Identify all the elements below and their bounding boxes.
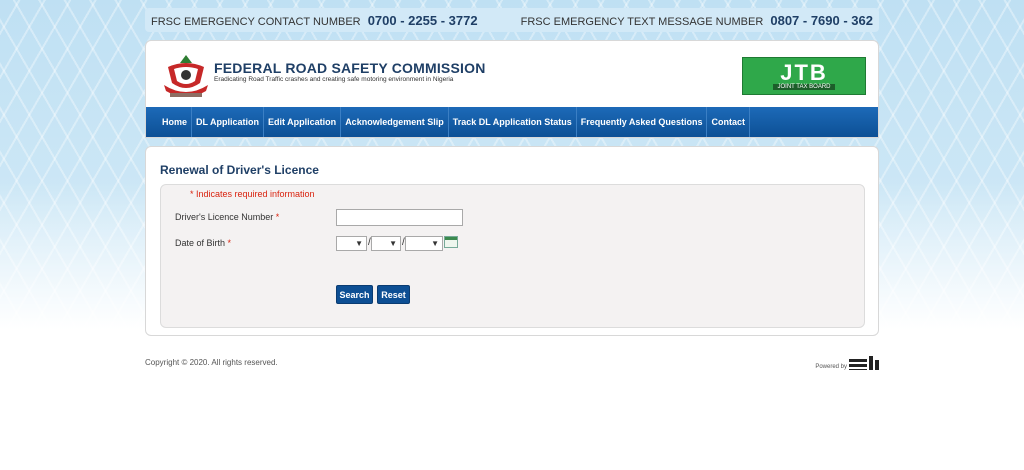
text-message-label: FRSC EMERGENCY TEXT MESSAGE NUMBER: [520, 15, 764, 28]
calendar-icon[interactable]: [444, 236, 458, 248]
emergency-contact: FRSC EMERGENCY CONTACT NUMBER 0700 - 225…: [151, 13, 478, 28]
org-name: FEDERAL ROAD SAFETY COMMISSION: [214, 60, 486, 76]
jtb-logo-subtext: JOINT TAX BOARD: [773, 84, 835, 90]
emergency-text: FRSC EMERGENCY TEXT MESSAGE NUMBER 0807 …: [521, 13, 873, 28]
page-title: Renewal of Driver's Licence: [160, 163, 319, 177]
licence-number-label: Driver's Licence Number *: [175, 212, 279, 222]
vendor-logo-icon[interactable]: [849, 356, 879, 370]
dob-label: Date of Birth *: [175, 238, 231, 248]
copyright: Copyright © 2020. All rights reserved.: [145, 358, 278, 367]
emergency-contact-number: 0700 - 2255 - 3772: [367, 12, 478, 28]
nav-track-dl-status[interactable]: Track DL Application Status: [449, 107, 577, 137]
nav-edit-application[interactable]: Edit Application: [264, 107, 342, 137]
frsc-crest-logo[interactable]: [160, 53, 212, 101]
required-star: *: [227, 238, 232, 248]
dob-month-select[interactable]: ▼: [371, 236, 401, 251]
jtb-logo[interactable]: JTB JOINT TAX BOARD: [742, 57, 866, 95]
jtb-logo-text: JTB: [780, 60, 828, 85]
renewal-form: * Indicates required information Driver'…: [160, 184, 865, 328]
chevron-down-icon: ▼: [389, 239, 397, 248]
dob-year-select[interactable]: ▼: [405, 236, 443, 251]
dob-label-text: Date of Birth: [175, 238, 226, 248]
required-note: * Indicates required information: [190, 189, 315, 199]
main-content: Renewal of Driver's Licence * Indicates …: [145, 146, 879, 336]
reset-button[interactable]: Reset: [377, 285, 410, 304]
chevron-down-icon: ▼: [355, 239, 363, 248]
text-message-number: 0807 - 7690 - 362: [770, 12, 873, 28]
required-star: *: [275, 212, 280, 222]
powered-by: Powered by: [815, 356, 879, 370]
nav-faq[interactable]: Frequently Asked Questions: [577, 107, 708, 137]
main-nav: Home DL Application Edit Application Ack…: [146, 107, 878, 137]
emergency-contact-label: FRSC EMERGENCY CONTACT NUMBER: [151, 15, 361, 28]
site-header: FEDERAL ROAD SAFETY COMMISSION Eradicati…: [145, 40, 879, 138]
nav-home[interactable]: Home: [158, 107, 193, 137]
nav-dl-application[interactable]: DL Application: [192, 107, 265, 137]
dob-day-select[interactable]: ▼: [336, 236, 367, 251]
nav-acknowledgement-slip[interactable]: Acknowledgement Slip: [341, 107, 449, 137]
search-button[interactable]: Search: [336, 285, 373, 304]
chevron-down-icon: ▼: [431, 239, 439, 248]
nav-contact[interactable]: Contact: [707, 107, 750, 137]
licence-number-label-text: Driver's Licence Number: [175, 212, 274, 222]
powered-by-text: Powered by: [815, 364, 847, 370]
org-tagline: Eradicating Road Traffic crashes and cre…: [214, 76, 454, 83]
emergency-contact-bar: FRSC EMERGENCY CONTACT NUMBER 0700 - 225…: [145, 8, 879, 32]
licence-number-input[interactable]: [336, 209, 463, 226]
